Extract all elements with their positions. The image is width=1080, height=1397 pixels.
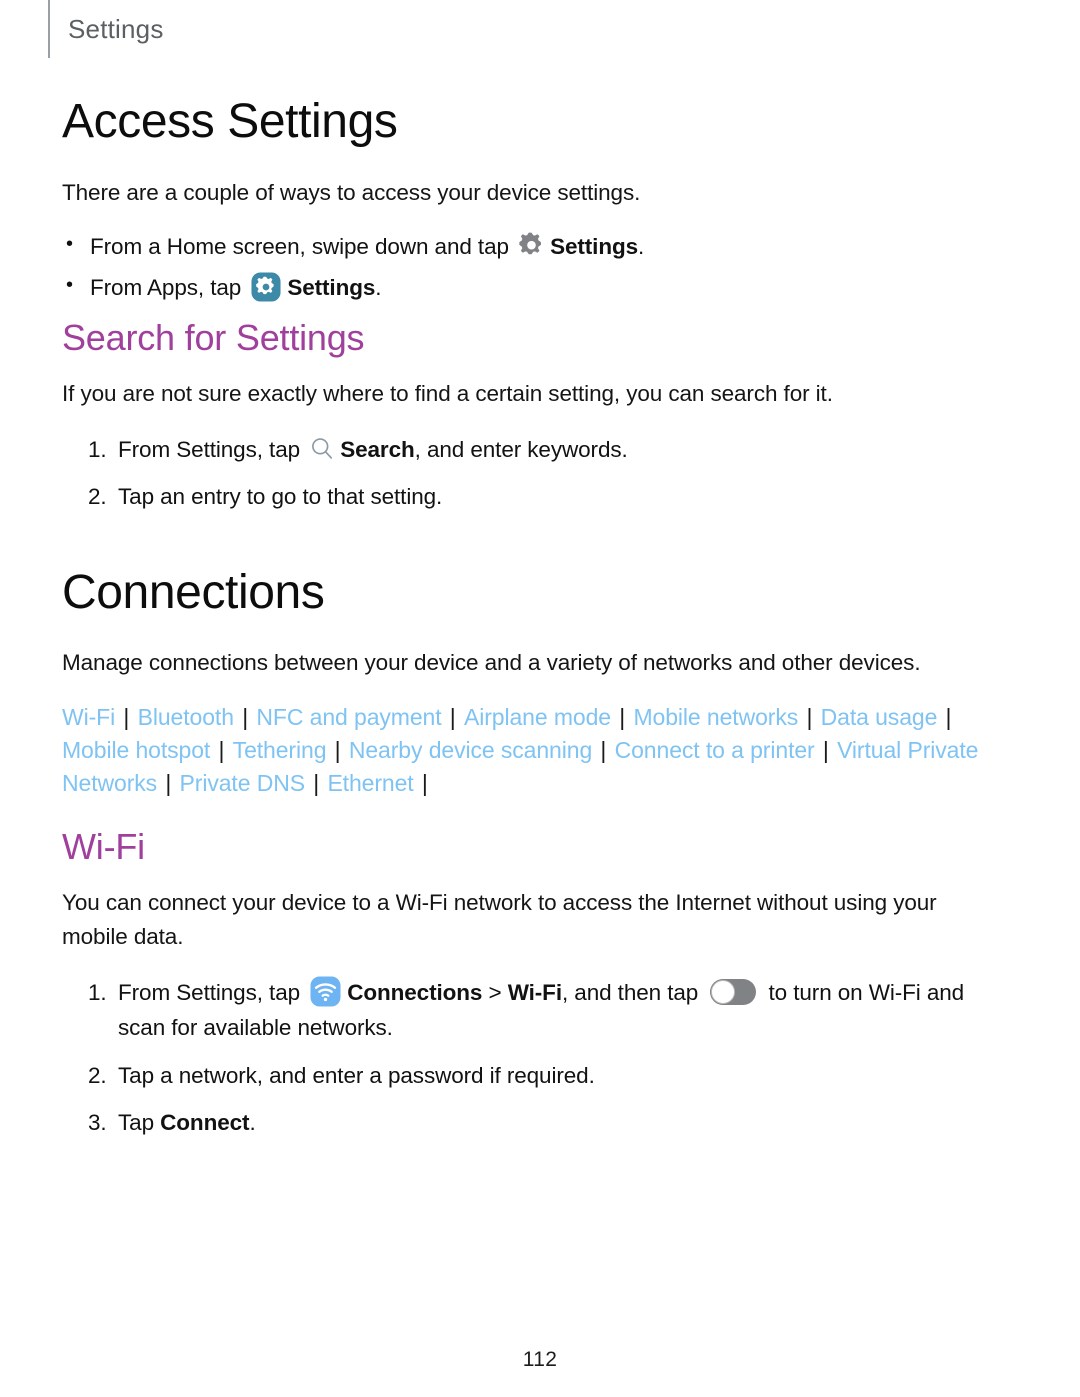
search-for-settings-intro: If you are not sure exactly where to fin… [62, 381, 833, 407]
step-text: Tap an entry to go to that setting. [118, 484, 443, 510]
search-icon [308, 435, 336, 463]
search-for-settings-step-list: From Settings, tap Search, and enter key… [62, 432, 1000, 515]
step-text: Tap a network, and enter a password if r… [118, 1062, 595, 1088]
step-text-after: . [249, 1110, 256, 1136]
step-text-before: From Settings, tap [118, 979, 301, 1005]
connections-link-list: Wi-Fi | Bluetooth | NFC and payment | Ai… [62, 701, 987, 801]
connections-intro: Manage connections between your device a… [62, 650, 921, 676]
link-separator: | [939, 703, 952, 730]
section-heading-search-for-settings: Search for Settings [62, 316, 365, 358]
list-item: From Settings, tap Connections > Wi-Fi, … [62, 975, 1000, 1046]
link-separator: | [443, 703, 462, 730]
step-bold-search: Search [340, 436, 415, 462]
list-item: From a Home screen, swipe down and tap S… [62, 229, 1000, 265]
running-head-label: Settings [68, 13, 164, 44]
wifi-step-list: From Settings, tap Connections > Wi-Fi, … [62, 975, 1000, 1141]
page-number: 112 [522, 1348, 558, 1371]
wifi-toggle-switch[interactable] [710, 978, 757, 1005]
page-title-access-settings: Access Settings [62, 95, 398, 148]
list-item: From Apps, tap Settings. [62, 270, 1000, 306]
list-item: From Settings, tap Search, and enter key… [62, 432, 1000, 468]
bullet-text-after: . [638, 234, 645, 260]
connections-link[interactable]: Mobile hotspot [62, 737, 210, 763]
section-heading-wifi: Wi-Fi [62, 825, 145, 867]
connections-link[interactable]: Airplane mode [464, 704, 611, 730]
bullet-text-before: From Apps, tap [90, 274, 242, 300]
connections-link[interactable]: Private DNS [180, 770, 306, 796]
link-separator: | [594, 737, 613, 763]
page-title-connections: Connections [62, 565, 325, 619]
gear-blue-icon [251, 272, 281, 302]
connections-link[interactable]: Data usage [821, 704, 938, 730]
link-separator: | [415, 770, 428, 797]
wifi-icon [310, 976, 341, 1007]
step-text-after: , and enter keywords. [414, 436, 628, 462]
step-text-before: From Settings, tap [118, 436, 301, 462]
list-item: Tap Connect. [62, 1105, 1000, 1141]
link-separator: | [800, 703, 819, 730]
running-head: Settings [48, 0, 164, 58]
link-separator: | [306, 770, 326, 797]
connections-link[interactable]: Ethernet [327, 770, 413, 796]
link-separator: | [212, 737, 231, 763]
step-bold-connect: Connect [160, 1110, 250, 1136]
connections-link[interactable]: Wi-Fi [62, 704, 115, 730]
bullet-bold-settings: Settings [287, 274, 376, 300]
step-bold-wifi: Wi-Fi [507, 979, 562, 1005]
step-bold-connections: Connections [347, 979, 483, 1005]
wifi-intro: You can connect your device to a Wi-Fi n… [62, 890, 937, 950]
bullet-text-after: . [375, 274, 382, 300]
link-separator: | [613, 703, 632, 730]
document-page: Settings Access Settings There are a cou… [0, 0, 1080, 1397]
step-text-mid: , and then tap [561, 979, 699, 1005]
connections-link[interactable]: NFC and payment [256, 704, 441, 730]
chevron-separator: > [488, 979, 502, 1005]
link-separator: | [816, 737, 836, 763]
step-text-before: Tap [118, 1110, 154, 1136]
link-separator: | [117, 703, 136, 730]
gear-gray-icon [518, 232, 545, 259]
connections-link[interactable]: Nearby device scanning [349, 737, 592, 763]
connections-link[interactable]: Tethering [233, 737, 327, 763]
link-separator: | [235, 703, 255, 730]
toggle-knob [711, 979, 736, 1004]
connections-link[interactable]: Bluetooth [138, 704, 234, 730]
bullet-bold-settings: Settings [550, 234, 639, 260]
list-item: Tap an entry to go to that setting. [62, 479, 1000, 515]
link-separator: | [159, 770, 178, 797]
page-content: Access Settings There are a couple of wa… [62, 96, 1000, 1153]
connections-link[interactable]: Connect to a printer [615, 737, 815, 763]
link-separator: | [328, 737, 347, 763]
access-settings-intro: There are a couple of ways to access you… [62, 179, 641, 205]
connections-link[interactable]: Mobile networks [633, 704, 798, 730]
list-item: Tap a network, and enter a password if r… [62, 1058, 1000, 1094]
bullet-text-before: From a Home screen, swipe down and tap [90, 234, 509, 260]
access-settings-bullet-list: From a Home screen, swipe down and tap S… [62, 229, 1000, 306]
